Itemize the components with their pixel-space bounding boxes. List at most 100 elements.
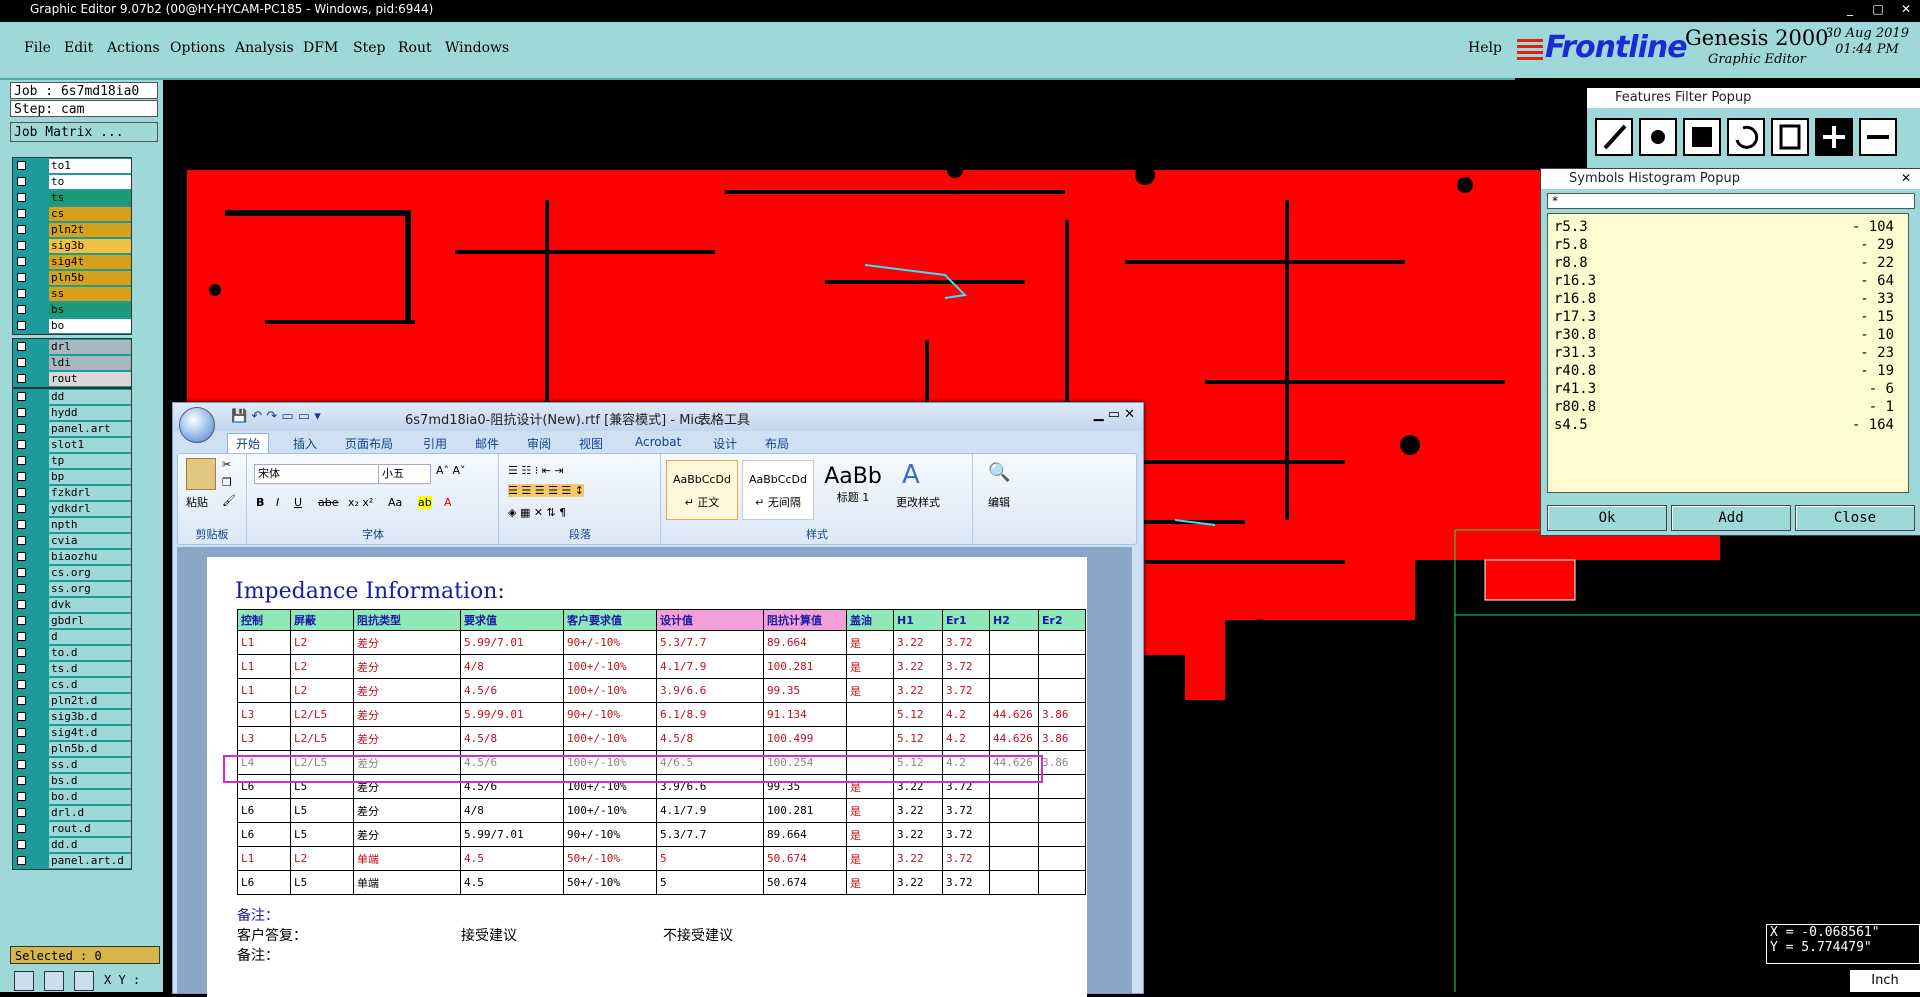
layer-checkbox[interactable] xyxy=(17,680,26,689)
layer-name[interactable]: d xyxy=(49,630,131,644)
layer-row[interactable]: bo xyxy=(13,318,131,334)
table-cell[interactable] xyxy=(989,654,1039,679)
negative-filter-icon[interactable] xyxy=(1859,118,1897,156)
layer-name[interactable]: bs.d xyxy=(49,774,131,788)
table-cell[interactable]: 是 xyxy=(846,630,894,655)
table-cell[interactable] xyxy=(989,630,1039,655)
table-cell[interactable]: 4.1/7.9 xyxy=(656,654,764,679)
tab-references[interactable]: 引用 xyxy=(423,435,447,452)
layer-checkbox[interactable] xyxy=(17,209,26,218)
table-cell[interactable]: L6 xyxy=(237,822,291,847)
layer-name[interactable]: hydd xyxy=(49,406,131,420)
table-cell[interactable]: 90+/-10% xyxy=(563,822,657,847)
layer-checkbox[interactable] xyxy=(17,632,26,641)
table-cell[interactable]: L2 xyxy=(290,654,354,679)
table-cell[interactable]: 差分 xyxy=(353,798,461,823)
menu-actions[interactable]: Actions xyxy=(107,40,160,56)
layer-checkbox[interactable] xyxy=(17,305,26,314)
table-cell[interactable]: 90+/-10% xyxy=(563,630,657,655)
layer-checkbox[interactable] xyxy=(17,488,26,497)
table-cell[interactable]: 单端 xyxy=(353,846,461,871)
tab-layout[interactable]: 页面布局 xyxy=(345,435,393,452)
table-cell[interactable]: 3.72 xyxy=(942,870,990,895)
layer-checkbox[interactable] xyxy=(17,584,26,593)
layer-name[interactable]: cs xyxy=(49,207,131,221)
table-cell[interactable]: 99.35 xyxy=(763,678,847,703)
layer-name[interactable]: ts xyxy=(49,191,131,205)
layer-checkbox[interactable] xyxy=(17,225,26,234)
layer-name[interactable]: bo xyxy=(49,319,131,333)
italic-icon[interactable]: I xyxy=(276,496,279,509)
layer-row[interactable]: dd xyxy=(13,389,131,405)
job-matrix-button[interactable]: Job Matrix ... xyxy=(10,122,158,142)
layer-checkbox[interactable] xyxy=(17,440,26,449)
table-cell[interactable]: 5 xyxy=(656,846,764,871)
table-cell[interactable]: 4.5/8 xyxy=(460,726,564,751)
table-cell[interactable]: 50+/-10% xyxy=(563,870,657,895)
units-selector[interactable]: Inch xyxy=(1850,970,1920,992)
layer-row[interactable]: tp xyxy=(13,453,131,469)
table-cell[interactable]: L1 xyxy=(237,654,291,679)
copy-icon[interactable]: ❐ xyxy=(222,476,232,489)
table-cell[interactable]: L1 xyxy=(237,678,291,703)
table-cell[interactable]: 3.72 xyxy=(942,774,990,799)
table-cell[interactable]: 4/6.5 xyxy=(656,750,764,775)
close-icon[interactable]: ✕ xyxy=(1901,171,1911,185)
histogram-row[interactable]: r17.3 - 15 xyxy=(1554,308,1894,326)
layer-name[interactable]: to1 xyxy=(49,159,131,173)
layer-name[interactable]: pln2t xyxy=(49,223,131,237)
table-cell[interactable] xyxy=(1038,630,1086,655)
menu-rout[interactable]: Rout xyxy=(398,40,432,56)
layer-checkbox[interactable] xyxy=(17,456,26,465)
table-cell[interactable]: 3.9/6.6 xyxy=(656,678,764,703)
positive-filter-icon[interactable] xyxy=(1815,118,1853,156)
layer-checkbox[interactable] xyxy=(17,696,26,705)
layer-checkbox[interactable] xyxy=(17,392,26,401)
table-cell[interactable]: 4.5/6 xyxy=(460,750,564,775)
align-left-icon[interactable]: ☰ ☰ ☰ ☰ ☰ ↕ xyxy=(508,484,585,497)
layer-name[interactable]: gbdrl xyxy=(49,614,131,628)
table-cell[interactable]: 3.22 xyxy=(893,678,943,703)
layer-row[interactable]: pln2t.d xyxy=(13,693,131,709)
pad-filter-icon[interactable] xyxy=(1639,118,1677,156)
menu-edit[interactable]: Edit xyxy=(64,40,93,56)
underline-icon[interactable]: U xyxy=(294,496,302,509)
table-cell[interactable]: 差分 xyxy=(353,774,461,799)
layer-name[interactable]: ss xyxy=(49,287,131,301)
histogram-row[interactable]: r80.8 - 1 xyxy=(1554,398,1894,416)
table-cell[interactable]: 5.99/7.01 xyxy=(460,822,564,847)
layer-row[interactable]: ss.org xyxy=(13,581,131,597)
layer-row[interactable]: biaozhu xyxy=(13,549,131,565)
layer-row[interactable]: sig4t xyxy=(13,254,131,270)
layer-checkbox[interactable] xyxy=(17,792,26,801)
table-cell[interactable]: 是 xyxy=(846,654,894,679)
table-cell[interactable]: 89.664 xyxy=(763,630,847,655)
layer-name[interactable]: pln5b xyxy=(49,271,131,285)
layer-name[interactable]: dvk xyxy=(49,598,131,612)
table-cell[interactable]: 是 xyxy=(846,678,894,703)
layer-checkbox[interactable] xyxy=(17,664,26,673)
symbol-histogram-list[interactable]: r5.3 - 104 r5.8 - 29 r8.8 - 22 r16.3 - 64 r16.8 -… xyxy=(1547,213,1909,493)
table-cell[interactable]: 5.3/7.7 xyxy=(656,630,764,655)
table-cell[interactable]: 3.22 xyxy=(893,870,943,895)
table-cell[interactable] xyxy=(989,846,1039,871)
table-cell[interactable]: 3.72 xyxy=(942,678,990,703)
layer-checkbox[interactable] xyxy=(17,808,26,817)
layer-name[interactable]: panel.art xyxy=(49,422,131,436)
table-cell[interactable]: 差分 xyxy=(353,654,461,679)
strikethrough-icon[interactable]: abe xyxy=(318,496,339,509)
layer-row[interactable]: slot1 xyxy=(13,437,131,453)
layer-row[interactable]: dvk xyxy=(13,597,131,613)
table-cell[interactable]: 4.5/8 xyxy=(656,726,764,751)
table-cell[interactable]: 3.72 xyxy=(942,822,990,847)
layer-name[interactable]: bs xyxy=(49,303,131,317)
tab-view[interactable]: 视图 xyxy=(579,435,603,452)
table-cell[interactable]: L2/L5 xyxy=(290,726,354,751)
layer-checkbox[interactable] xyxy=(17,536,26,545)
layer-name[interactable]: sig3b xyxy=(49,239,131,253)
table-row[interactable]: L1 L2 差分 4/8 100+/-10% 4.1/7.9 100.281 是 3.22 3.7… xyxy=(237,654,1086,679)
table-cell[interactable]: 3.86 xyxy=(1038,726,1086,751)
layer-row[interactable]: to.d xyxy=(13,645,131,661)
edit-button[interactable]: 编辑 xyxy=(988,494,1010,510)
tab-insert[interactable]: 插入 xyxy=(293,435,317,452)
